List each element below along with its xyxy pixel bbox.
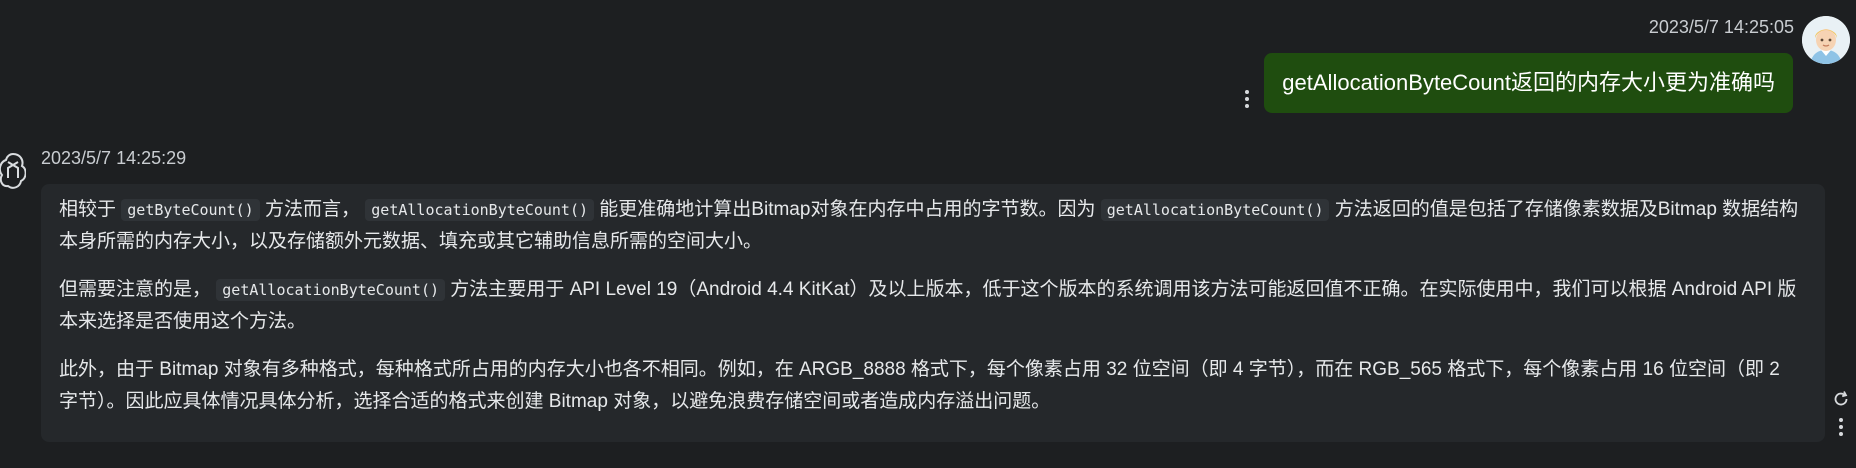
assistant-message-tools <box>1831 390 1851 442</box>
paragraph-text: 相较于 <box>59 199 122 220</box>
paragraph-text: 方法而言， <box>259 199 366 220</box>
inline-code: getAllocationByteCount() <box>365 199 595 221</box>
paragraph-text: 能更准确地计算出Bitmap对象在内存中占用的字节数。因为 <box>594 199 1101 220</box>
assistant-message-timestamp: 2023/5/7 14:25:29 <box>41 148 187 168</box>
inline-code: getByteCount() <box>121 199 260 221</box>
user-message-menu-button[interactable] <box>1244 90 1250 112</box>
openai-logo-icon <box>0 150 27 190</box>
paragraph-text: 但需要注意的是， <box>59 279 217 300</box>
inline-code: getAllocationByteCount() <box>1100 199 1330 221</box>
refresh-icon[interactable] <box>1832 390 1850 408</box>
assistant-message-bubble: 相较于 getByteCount() 方法而言， getAllocationBy… <box>41 184 1825 442</box>
user-message-bubble: getAllocationByteCount返回的内存大小更为准确吗 <box>1264 53 1793 113</box>
user-message-timestamp: 2023/5/7 14:25:05 <box>1648 17 1794 37</box>
assistant-paragraph: 但需要注意的是， getAllocationByteCount() 方法主要用于… <box>59 274 1801 338</box>
user-avatar-icon <box>1802 16 1850 64</box>
assistant-paragraph: 此外，由于 Bitmap 对象有多种格式，每种格式所占用的内存大小也各不相同。例… <box>59 354 1801 418</box>
chat-window: 2023/5/7 14:25:05 getAllocationByteCount… <box>0 0 1856 468</box>
inline-code: getAllocationByteCount() <box>216 279 446 301</box>
more-vertical-icon <box>1244 90 1250 108</box>
assistant-paragraph: 相较于 getByteCount() 方法而言， getAllocationBy… <box>59 194 1801 258</box>
assistant-message-menu-button[interactable] <box>1839 418 1843 436</box>
paragraph-text: 此外，由于 Bitmap 对象有多种格式，每种格式所占用的内存大小也各不相同。例… <box>59 359 1780 412</box>
more-vertical-icon <box>1839 418 1843 436</box>
